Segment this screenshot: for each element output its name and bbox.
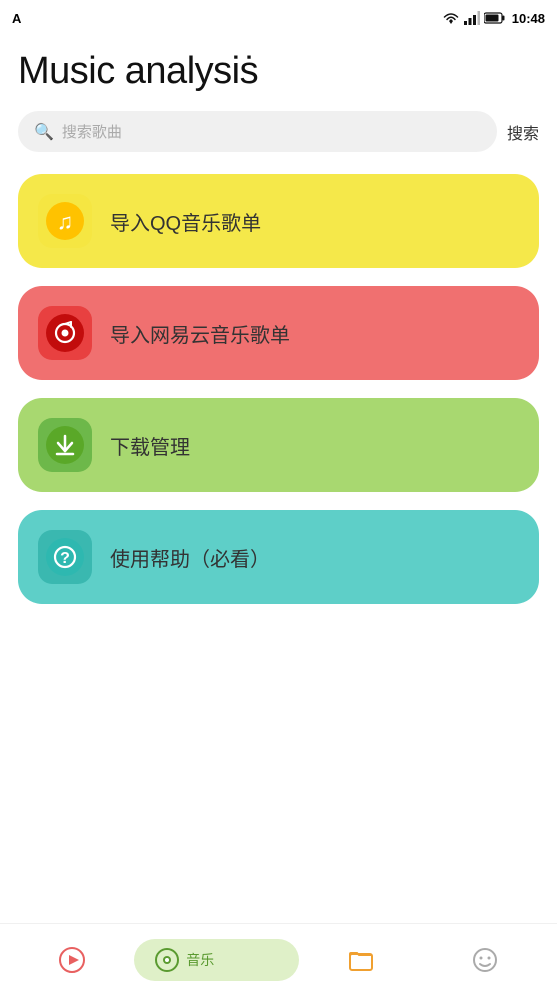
face-nav-icon bbox=[471, 946, 499, 974]
netease-music-label: 导入网易云音乐歌单 bbox=[110, 319, 290, 348]
download-logo-icon bbox=[46, 426, 84, 464]
download-card[interactable]: 下载管理 bbox=[18, 398, 539, 492]
svg-text:?: ? bbox=[60, 550, 70, 567]
nav-item-folder[interactable] bbox=[299, 946, 423, 974]
nav-label-music: 音乐 bbox=[186, 950, 214, 970]
svg-text:♫: ♫ bbox=[57, 209, 74, 234]
search-row: 🔍 搜索歌曲 搜索 bbox=[18, 111, 539, 152]
help-logo-icon: ? bbox=[46, 538, 84, 576]
netease-logo-icon bbox=[46, 314, 84, 352]
download-label: 下载管理 bbox=[110, 431, 190, 460]
wifi-icon bbox=[442, 11, 460, 25]
nav-item-face[interactable] bbox=[423, 946, 547, 974]
main-content: Music analysiṡ 🔍 搜索歌曲 搜索 ♫ 导入QQ音乐歌单 bbox=[0, 36, 557, 604]
nav-item-music[interactable]: 音乐 bbox=[134, 939, 298, 981]
netease-music-card[interactable]: 导入网易云音乐歌单 bbox=[18, 286, 539, 380]
status-icons bbox=[442, 11, 506, 25]
search-placeholder: 搜索歌曲 bbox=[62, 121, 122, 142]
battery-icon bbox=[484, 12, 506, 24]
qq-music-label: 导入QQ音乐歌单 bbox=[110, 207, 261, 236]
search-icon: 🔍 bbox=[34, 122, 54, 142]
play-nav-icon bbox=[58, 946, 86, 974]
folder-nav-icon bbox=[347, 946, 375, 974]
bottom-nav: 音乐 bbox=[0, 923, 557, 995]
nav-item-play[interactable] bbox=[10, 946, 134, 974]
status-app-icon: A bbox=[12, 11, 21, 26]
qq-music-logo-icon: ♫ bbox=[46, 202, 84, 240]
status-bar: A 10:48 bbox=[0, 0, 557, 36]
help-icon-wrap: ? bbox=[38, 530, 92, 584]
download-icon-wrap bbox=[38, 418, 92, 472]
netease-icon-wrap bbox=[38, 306, 92, 360]
status-right: 10:48 bbox=[442, 11, 545, 26]
search-button[interactable]: 搜索 bbox=[507, 120, 539, 144]
music-nav-icon bbox=[154, 947, 180, 973]
qq-music-card[interactable]: ♫ 导入QQ音乐歌单 bbox=[18, 174, 539, 268]
search-input-wrap[interactable]: 🔍 搜索歌曲 bbox=[18, 111, 497, 152]
status-time: 10:48 bbox=[512, 11, 545, 26]
qq-music-icon: ♫ bbox=[38, 194, 92, 248]
signal-icon bbox=[464, 11, 480, 25]
help-label: 使用帮助（必看） bbox=[110, 543, 270, 572]
page-title: Music analysiṡ bbox=[18, 36, 539, 111]
help-card[interactable]: ? 使用帮助（必看） bbox=[18, 510, 539, 604]
